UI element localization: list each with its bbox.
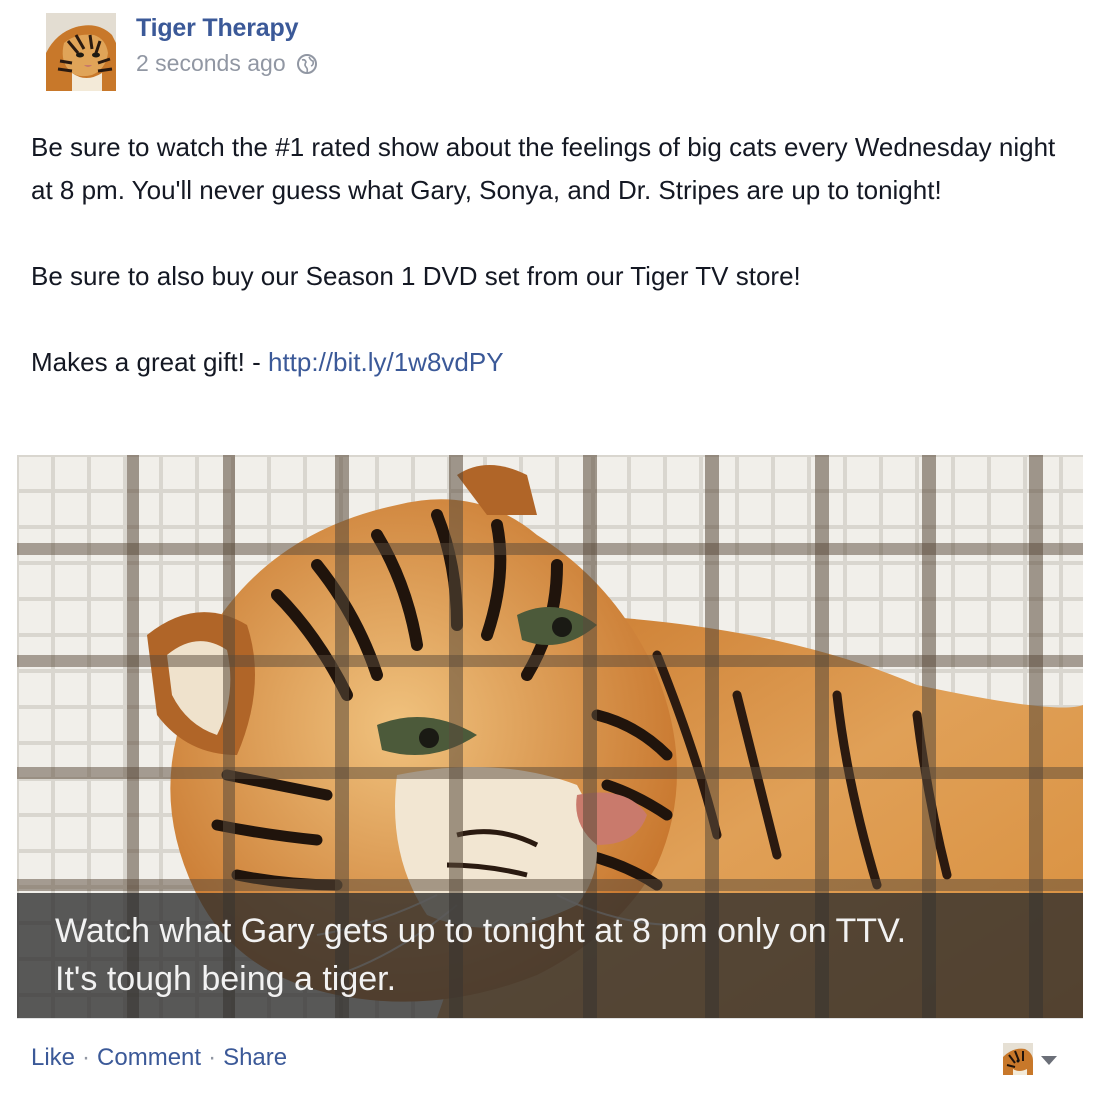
separator: · xyxy=(208,1044,217,1071)
post-actions: Like · Comment · Share xyxy=(31,1044,287,1072)
post-body: Be sure to watch the #1 rated show about… xyxy=(31,126,1061,384)
separator: · xyxy=(82,1044,91,1071)
post-actions-bar: Like · Comment · Share xyxy=(17,1018,1083,1088)
post-photo[interactable]: Watch what Gary gets up to tonight at 8 … xyxy=(17,455,1083,1018)
post-as-selector[interactable] xyxy=(1003,1043,1057,1075)
facebook-post: Tiger Therapy 2 seconds ago Be sure to w… xyxy=(0,0,1096,1094)
post-paragraph-text: Makes a great gift! - xyxy=(31,347,268,377)
share-link[interactable]: Share xyxy=(223,1044,287,1072)
page-avatar[interactable] xyxy=(46,13,116,91)
globe-icon[interactable] xyxy=(296,53,318,75)
photo-caption-line: Watch what Gary gets up to tonight at 8 … xyxy=(55,912,907,950)
tiger-avatar-icon xyxy=(46,13,116,91)
chevron-down-icon xyxy=(1041,1055,1057,1065)
photo-caption-line: It's tough being a tiger. xyxy=(55,960,397,998)
post-paragraph: Be sure to also buy our Season 1 DVD set… xyxy=(31,261,801,291)
post-paragraph: Makes a great gift! - http://bit.ly/1w8v… xyxy=(31,341,1061,384)
post-meta: 2 seconds ago xyxy=(136,50,318,77)
post-paragraph: Be sure to watch the #1 rated show about… xyxy=(31,132,1056,205)
shortened-link[interactable]: http://bit.ly/1w8vdPY xyxy=(268,347,504,377)
like-link[interactable]: Like xyxy=(31,1044,75,1072)
timestamp[interactable]: 2 seconds ago xyxy=(136,50,286,77)
page-name-link[interactable]: Tiger Therapy xyxy=(136,14,298,43)
tiger-mini-avatar-icon xyxy=(1003,1043,1033,1075)
comment-link[interactable]: Comment xyxy=(97,1044,201,1072)
